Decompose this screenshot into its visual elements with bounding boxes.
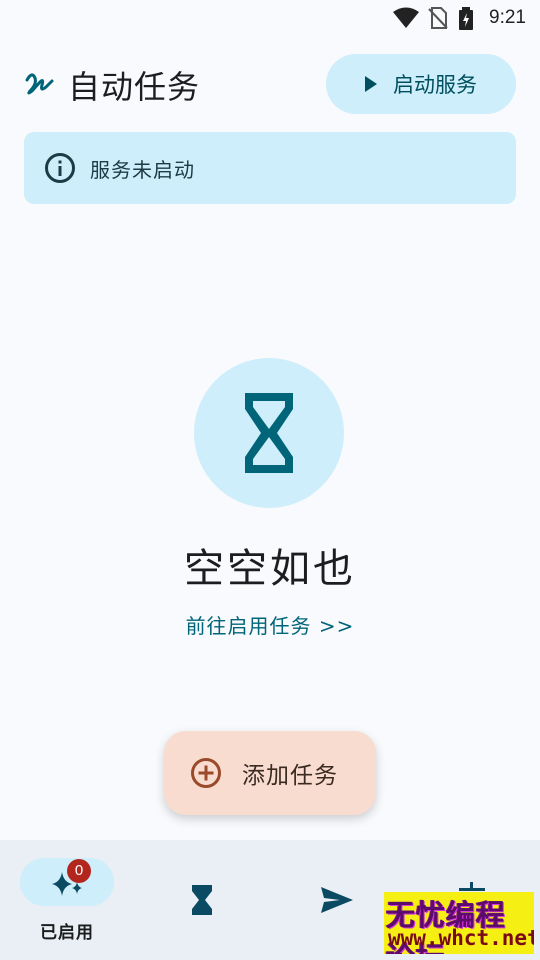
play-icon	[365, 76, 377, 92]
send-icon	[321, 887, 353, 913]
start-service-label: 启动服务	[393, 73, 477, 97]
nav-item-enabled[interactable]: 0 已启用	[0, 840, 135, 960]
hourglass-icon	[192, 885, 212, 915]
wifi-icon	[393, 7, 419, 28]
squiggle-logo-icon	[25, 73, 54, 95]
empty-state-illustration	[194, 358, 344, 508]
add-circle-icon	[191, 758, 221, 788]
service-status-banner: 服务未启动	[24, 132, 516, 204]
start-service-button[interactable]: 启动服务	[326, 54, 516, 114]
add-task-button[interactable]: 添加任务	[164, 731, 376, 815]
watermark-url: www.whct.net	[388, 926, 534, 950]
site-watermark: 无忧编程论坛 www.whct.net	[384, 892, 534, 954]
add-task-label: 添加任务	[242, 763, 338, 789]
nav-label-enabled: 已启用	[40, 923, 94, 943]
hourglass-icon	[245, 393, 293, 473]
nav-item-tasks[interactable]	[135, 840, 270, 960]
info-icon	[45, 153, 75, 183]
no-sim-icon	[428, 7, 448, 29]
notification-badge: 0	[67, 859, 91, 883]
empty-state-title: 空空如也	[184, 546, 356, 592]
battery-icon	[459, 7, 473, 30]
status-time: 9:21	[489, 7, 526, 28]
page-title: 自动任务	[68, 68, 201, 106]
enable-tasks-link[interactable]: 前往启用任务 >>	[0, 610, 540, 639]
app-header: 自动任务 启动服务	[0, 54, 540, 116]
banner-text: 服务未启动	[90, 157, 195, 182]
status-bar: 9:21	[0, 0, 540, 36]
